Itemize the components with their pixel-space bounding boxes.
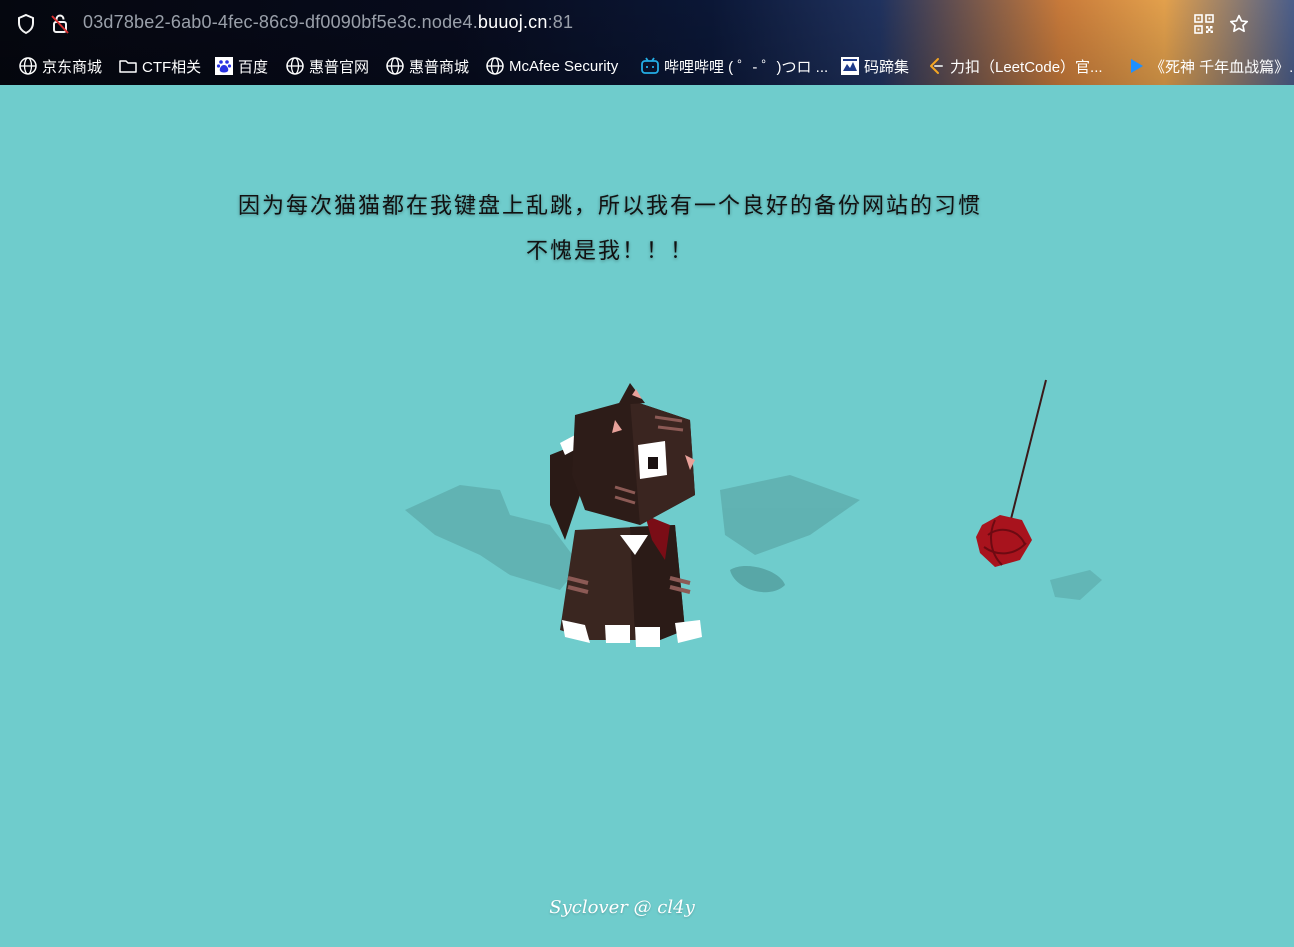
bookmark-label: 京东商城: [42, 58, 103, 76]
headline-line-2: 不愧是我！！！: [525, 239, 694, 264]
bookmark-label: McAfee Security: [509, 57, 619, 75]
bookmark-mcafee[interactable]: McAfee Security: [485, 52, 618, 80]
bookmark-hp-official[interactable]: 惠普官网: [285, 52, 369, 80]
bookmark-bilibili[interactable]: 哔哩哔哩 ( ゜- ゜)つロ ...: [640, 52, 828, 80]
bookmark-jd[interactable]: 京东商城: [18, 52, 102, 80]
folder-icon: [119, 60, 137, 73]
shield-icon[interactable]: [14, 12, 38, 36]
bookmark-label: 码蹄集: [864, 58, 910, 76]
bookmark-matiji[interactable]: 码蹄集: [840, 52, 909, 80]
url-domain: buuoj.cn: [477, 12, 548, 32]
play-icon: [1131, 59, 1143, 73]
globe-icon: [286, 57, 304, 75]
bookmarks-bar: 京东商城 CTF相关 百度 惠普官网 惠普商城 McAfee Security …: [0, 52, 1294, 80]
lock-broken-icon[interactable]: [48, 12, 72, 36]
bookmark-label: 《死神 千年血战篇》...: [1150, 58, 1294, 76]
browser-toolbar: 03d78be2-6ab0-4fec-86c9-df0090bf5e3c.nod…: [0, 0, 1294, 85]
yarn-shadow: [1050, 570, 1102, 600]
page-content: 因为每次猫猫都在我键盘上乱跳，所以我有一个良好的备份网站的习惯 不愧是我！！！: [0, 85, 1294, 947]
signature: Syclover @ cl4y: [549, 897, 695, 918]
url-text[interactable]: 03d78be2-6ab0-4fec-86c9-df0090bf5e3c.nod…: [83, 12, 573, 33]
cat-figure: [550, 383, 702, 647]
yarn-ball: [976, 379, 1047, 567]
bookmark-label: 哔哩哔哩 ( ゜- ゜)つロ ...: [664, 58, 829, 76]
star-icon[interactable]: [1228, 13, 1250, 35]
globe-icon: [486, 57, 504, 75]
bookmark-leetcode[interactable]: 力扣（LeetCode）官...: [926, 52, 1103, 80]
bookmark-label: 惠普商城: [409, 58, 470, 76]
cat-scene: [405, 379, 1102, 647]
leetcode-icon: [930, 58, 943, 74]
qr-code-icon[interactable]: [1193, 13, 1215, 35]
address-bar[interactable]: 03d78be2-6ab0-4fec-86c9-df0090bf5e3c.nod…: [0, 0, 1294, 48]
bookmark-ctf[interactable]: CTF相关: [118, 52, 201, 80]
globe-icon: [386, 57, 404, 75]
bookmark-baidu[interactable]: 百度: [214, 52, 268, 80]
matiji-icon: [841, 57, 859, 75]
bookmark-label: 惠普官网: [309, 58, 370, 76]
bookmark-label: 力扣（LeetCode）官...: [950, 58, 1103, 76]
baidu-icon: [215, 57, 233, 75]
bookmark-hp-store[interactable]: 惠普商城: [385, 52, 469, 80]
headline-line-1: 因为每次猫猫都在我键盘上乱跳，所以我有一个良好的备份网站的习惯: [237, 194, 982, 219]
bookmark-bleach[interactable]: 《死神 千年血战篇》...: [1126, 52, 1294, 80]
globe-icon: [19, 57, 37, 75]
url-prefix: 03d78be2-6ab0-4fec-86c9-df0090bf5e3c.nod…: [83, 12, 478, 32]
bookmark-label: 百度: [238, 58, 269, 76]
bilibili-icon: [641, 57, 659, 74]
bookmark-label: CTF相关: [142, 58, 202, 76]
url-port: :81: [547, 12, 574, 32]
